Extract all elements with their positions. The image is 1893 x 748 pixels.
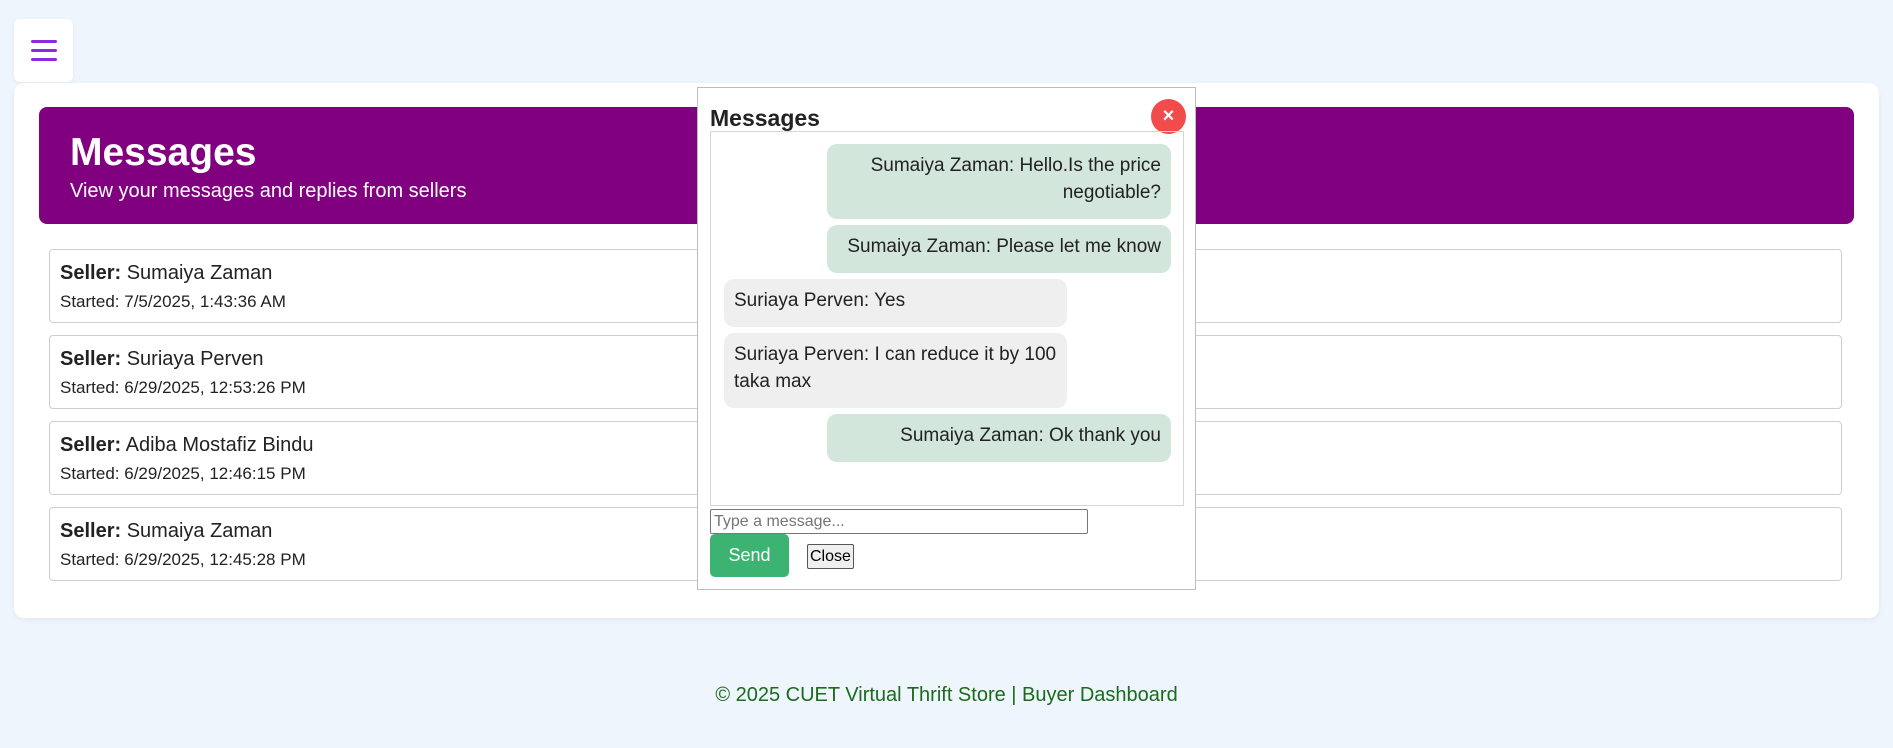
- footer-text: © 2025 CUET Virtual Thrift Store | Buyer…: [715, 684, 1178, 706]
- seller-label: Seller:: [60, 520, 122, 542]
- modal-title: Messages: [710, 105, 820, 131]
- started-timestamp: Started: 6/29/2025, 12:46:15 PM: [60, 464, 306, 483]
- close-icon: ×: [1162, 105, 1175, 127]
- message-bubble-incoming: Suriaya Perven: I can reduce it by 100 t…: [724, 333, 1067, 408]
- seller-label: Seller:: [60, 434, 122, 456]
- started-timestamp: Started: 6/29/2025, 12:45:28 PM: [60, 550, 306, 569]
- close-x-button[interactable]: ×: [1151, 99, 1186, 134]
- message-bubble-outgoing: Sumaiya Zaman: Please let me know: [827, 225, 1171, 273]
- menu-button[interactable]: [14, 19, 73, 82]
- message-list[interactable]: Sumaiya Zaman: Hello.Is the price negoti…: [710, 131, 1184, 506]
- message-bubble-incoming: Suriaya Perven: Yes: [724, 279, 1067, 327]
- seller-label: Seller:: [60, 262, 122, 284]
- page-subtitle: View your messages and replies from sell…: [70, 180, 467, 202]
- message-bubble-outgoing: Sumaiya Zaman: Ok thank you: [827, 414, 1171, 462]
- message-bubble-outgoing: Sumaiya Zaman: Hello.Is the price negoti…: [827, 144, 1171, 219]
- started-timestamp: Started: 6/29/2025, 12:53:26 PM: [60, 378, 306, 397]
- message-input[interactable]: [710, 509, 1088, 534]
- seller-label: Seller:: [60, 348, 122, 370]
- close-button[interactable]: Close: [807, 544, 854, 569]
- seller-name: Sumaiya Zaman: [126, 262, 273, 284]
- chat-modal: Messages × Sumaiya Zaman: Hello.Is the p…: [697, 87, 1196, 590]
- send-button[interactable]: Send: [710, 534, 789, 577]
- seller-name: Suriaya Perven: [126, 348, 264, 370]
- started-timestamp: Started: 7/5/2025, 1:43:36 AM: [60, 292, 286, 311]
- hamburger-icon: [30, 38, 57, 64]
- seller-name: Sumaiya Zaman: [126, 520, 273, 542]
- seller-name: Adiba Mostafiz Bindu: [125, 434, 314, 456]
- page-title: Messages: [70, 131, 257, 174]
